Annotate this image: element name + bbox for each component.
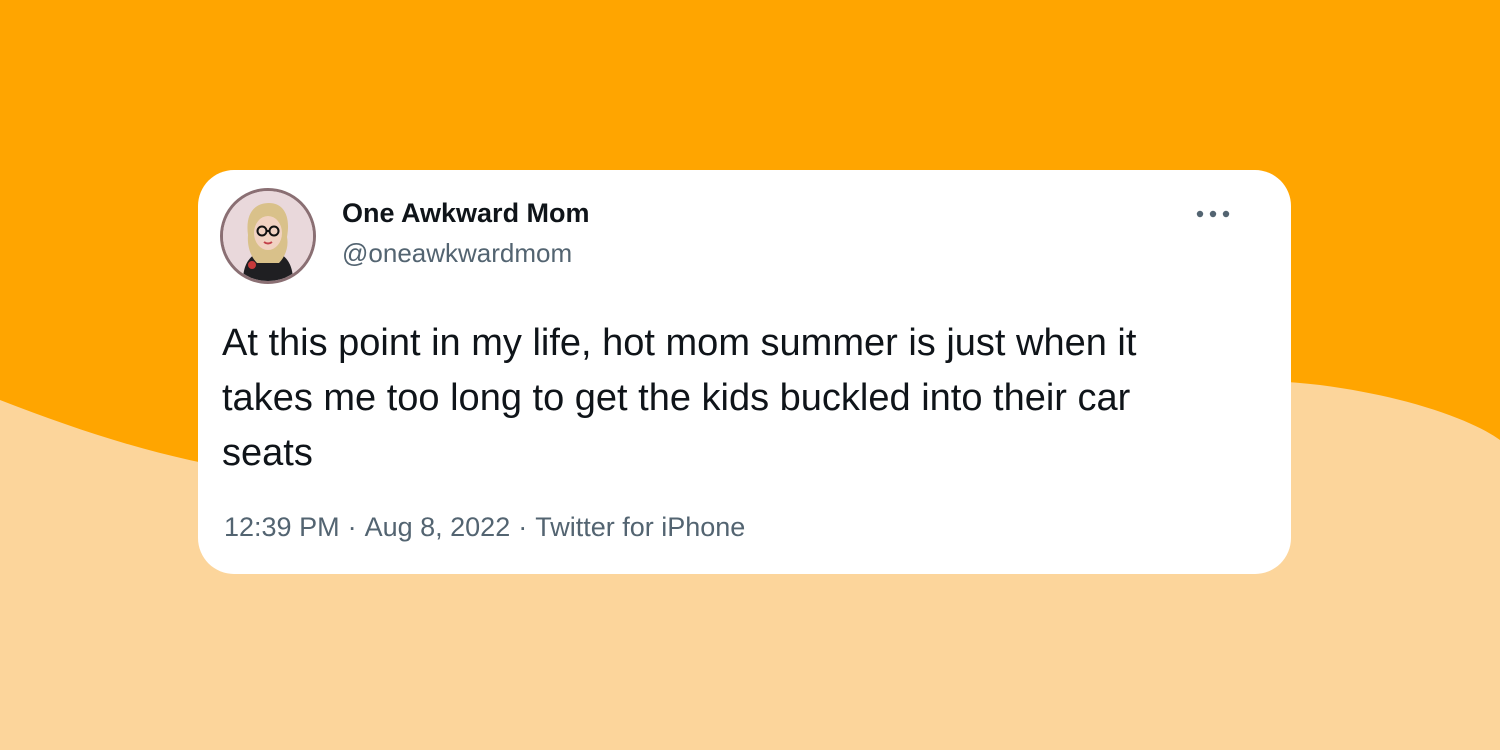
avatar-illustration-icon	[223, 191, 313, 281]
display-name[interactable]: One Awkward Mom	[342, 198, 590, 229]
avatar[interactable]	[220, 188, 316, 284]
handle[interactable]: @oneawkwardmom	[342, 238, 572, 269]
tweet-time[interactable]: 12:39 PM	[224, 512, 340, 542]
tweet-text: At this point in my life, hot mom summer…	[222, 322, 1137, 474]
more-button[interactable]	[1191, 200, 1235, 228]
more-dots-icon	[1196, 210, 1230, 218]
meta-separator: ·	[518, 512, 528, 542]
tweet-card: One Awkward Mom @oneawkwardmom At this p…	[198, 170, 1291, 574]
tweet-source[interactable]: Twitter for iPhone	[535, 512, 745, 542]
meta-separator: ·	[347, 512, 357, 542]
tweet-date[interactable]: Aug 8, 2022	[365, 512, 511, 542]
tweet-meta: 12:39 PM · Aug 8, 2022 · Twitter for iPhone	[224, 512, 745, 543]
